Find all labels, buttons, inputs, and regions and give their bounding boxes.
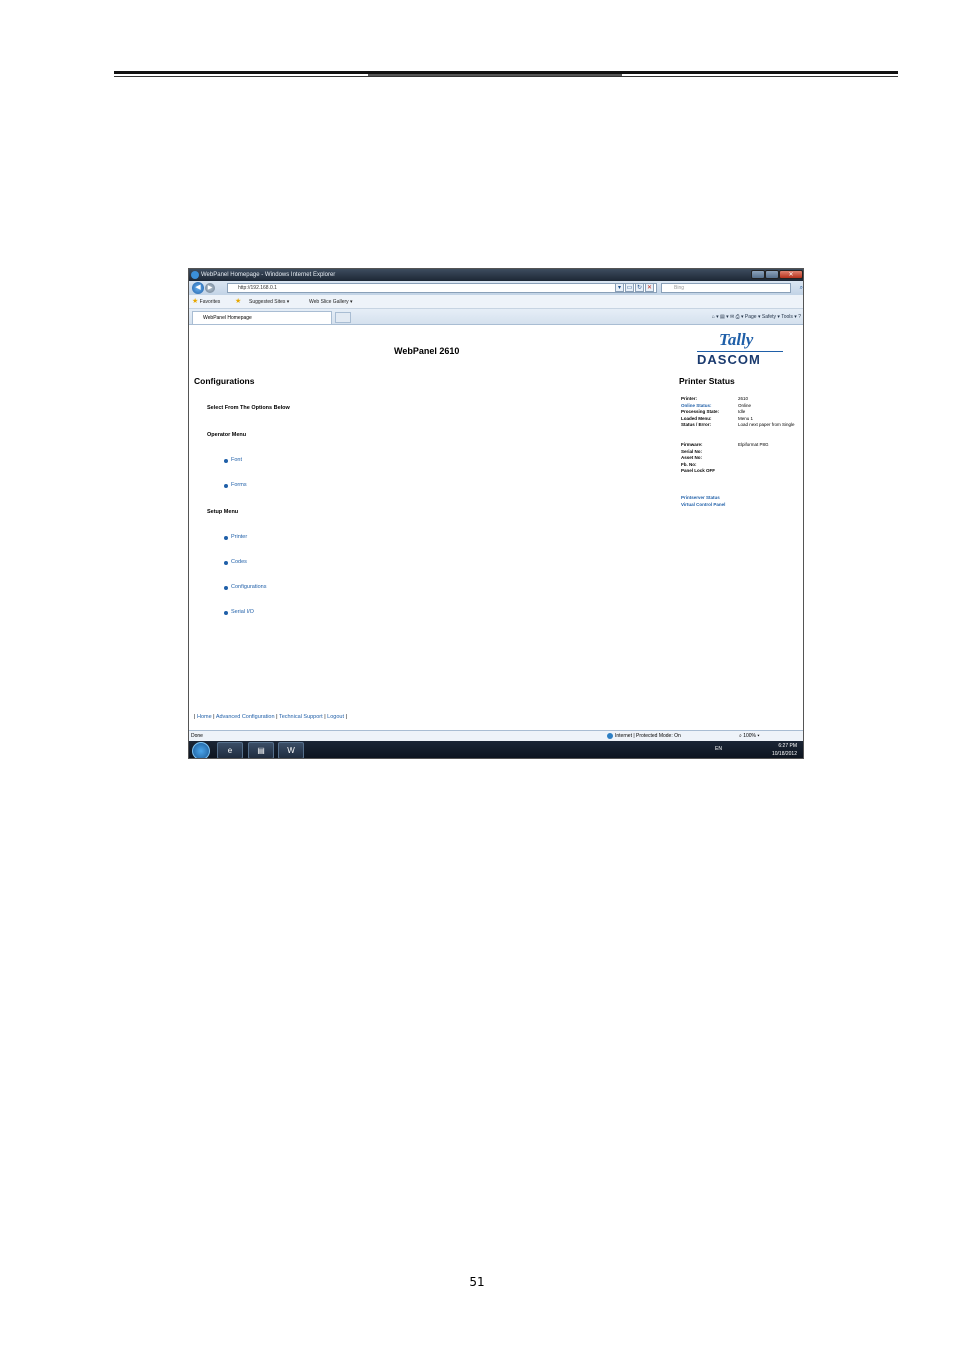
system-clock[interactable]: 6:27 PM 10/18/2012: [772, 742, 797, 758]
url-input[interactable]: http://192.168.0.1: [227, 283, 657, 293]
forward-arrow-icon[interactable]: ▶: [205, 283, 215, 293]
word-taskbar-icon[interactable]: W: [278, 742, 304, 758]
web-slice-gallery-link[interactable]: Web Slice Gallery ▾: [309, 295, 353, 309]
select-options-label: Select From The Options Below: [207, 405, 290, 411]
zoom-level: 100%: [743, 733, 756, 739]
bullet-icon: [224, 459, 228, 463]
windows-taskbar: e ▤ W EN 6:27 PM 10/18/2012: [189, 741, 803, 758]
menu-link-printer[interactable]: Printer: [231, 534, 247, 540]
command-bar-menus[interactable]: Page ▾ Safety ▾ Tools ▾: [745, 314, 797, 320]
maximize-button[interactable]: [765, 270, 779, 279]
webpanel-page: WebPanel 2610 Tally DASCOM Configuration…: [189, 326, 803, 730]
clock-time: 6:27 PM: [778, 743, 797, 749]
help-icon[interactable]: ?: [798, 314, 801, 320]
virtual-control-panel-link[interactable]: Virtual Control Panel: [681, 502, 725, 507]
status-text: Done: [191, 733, 203, 739]
status-value-error: Load next paper from Single: [738, 422, 795, 427]
menu-link-serial-io[interactable]: Serial I/O: [231, 609, 254, 615]
address-actions: ▾ ▭ ↻ ✕: [614, 283, 654, 293]
refresh-icon[interactable]: ↻: [635, 283, 644, 292]
menu-link-font[interactable]: Font: [231, 457, 242, 463]
zone-text: Internet | Protected Mode: On: [615, 733, 681, 739]
browser-screenshot: WebPanel Homepage - Windows Internet Exp…: [188, 268, 804, 759]
browser-statusbar: Done Internet | Protected Mode: On ⌕ 100…: [189, 730, 803, 741]
star-icon: ★: [192, 298, 199, 305]
ie-icon: [191, 271, 199, 279]
close-button[interactable]: ✕: [779, 270, 803, 279]
zoom-control[interactable]: ⌕ 100% ▾: [739, 731, 760, 741]
favorites-bar: ★ Favorites ★ Suggested Sites ▾ Web Slic…: [189, 295, 803, 309]
bullet-icon: [224, 586, 228, 590]
new-tab-button[interactable]: [335, 312, 351, 323]
clock-date: 10/18/2012: [771, 751, 797, 757]
start-button-icon[interactable]: [192, 742, 210, 758]
search-input[interactable]: Bing: [661, 283, 791, 293]
tally-dascom-logo: Tally DASCOM: [695, 330, 785, 367]
footer-links: | Home | Advanced Configuration | Techni…: [194, 714, 347, 720]
tab-bar: WebPanel Homepage ⌂ ▾ ▤ ▾ ✉ ⎙ ▾ Page ▾ S…: [189, 309, 803, 325]
configurations-heading: Configurations: [194, 376, 255, 386]
menu-link-configurations[interactable]: Configurations: [231, 584, 266, 590]
footer-link-support[interactable]: Technical Support: [279, 714, 323, 720]
search-icon[interactable]: ⌕: [800, 283, 803, 293]
setup-menu-label: Setup Menu: [207, 509, 239, 515]
stop-icon[interactable]: ✕: [645, 283, 654, 292]
header-rule-thin: [114, 76, 898, 77]
bullet-icon: [224, 484, 228, 488]
window-titlebar: WebPanel Homepage - Windows Internet Exp…: [189, 269, 803, 281]
operator-menu-label: Operator Menu: [207, 432, 247, 438]
status-value-firmware: Elpiformat P8G: [738, 442, 769, 447]
status-panel-lock: Panel Lock OFF: [681, 468, 716, 473]
folder-taskbar-icon[interactable]: ▤: [248, 742, 274, 758]
logo-tally-text: Tally: [719, 330, 754, 349]
add-favorite-icon[interactable]: ★: [235, 295, 241, 309]
footer-link-advanced[interactable]: Advanced Configuration: [216, 714, 275, 720]
bullet-icon: [224, 536, 228, 540]
page-number: 51: [469, 1275, 485, 1289]
footer-link-logout[interactable]: Logout: [327, 714, 344, 720]
window-title: WebPanel Homepage - Windows Internet Exp…: [201, 272, 336, 278]
footer-link-home[interactable]: Home: [197, 714, 212, 720]
favorites-label: Favorites: [199, 299, 221, 305]
dropdown-icon[interactable]: ▾: [615, 283, 624, 292]
tab-webpanel-homepage[interactable]: WebPanel Homepage: [192, 311, 332, 324]
globe-icon: [607, 732, 613, 739]
webpanel-title: WebPanel 2610: [394, 346, 460, 356]
suggested-sites-link[interactable]: Suggested Sites ▾: [249, 295, 289, 309]
command-bar: ⌂ ▾ ▤ ▾ ✉ ⎙ ▾ Page ▾ Safety ▾ Tools ▾ ?: [711, 314, 801, 320]
logo-dascom-text: DASCOM: [697, 352, 761, 367]
ie-taskbar-icon[interactable]: e: [217, 742, 243, 758]
language-indicator[interactable]: EN: [715, 746, 722, 752]
printserver-status-link[interactable]: Printserver Status: [681, 495, 720, 500]
menu-link-codes[interactable]: Codes: [231, 559, 247, 565]
address-bar: ◀ ▶ http://192.168.0.1 ▾ ▭ ↻ ✕ Bing ⌕: [189, 281, 803, 295]
printer-status-heading: Printer Status: [679, 376, 735, 386]
bullet-icon: [224, 611, 228, 615]
favorites-button[interactable]: ★ Favorites: [192, 295, 220, 309]
security-zone: Internet | Protected Mode: On: [607, 731, 681, 741]
minimize-button[interactable]: [751, 270, 765, 279]
menu-link-forms[interactable]: Forms: [231, 482, 247, 488]
bullet-icon: [224, 561, 228, 565]
compat-icon[interactable]: ▭: [625, 283, 634, 292]
back-arrow-icon[interactable]: ◀: [192, 282, 204, 294]
status-key-error: Status / Error:: [681, 422, 712, 427]
